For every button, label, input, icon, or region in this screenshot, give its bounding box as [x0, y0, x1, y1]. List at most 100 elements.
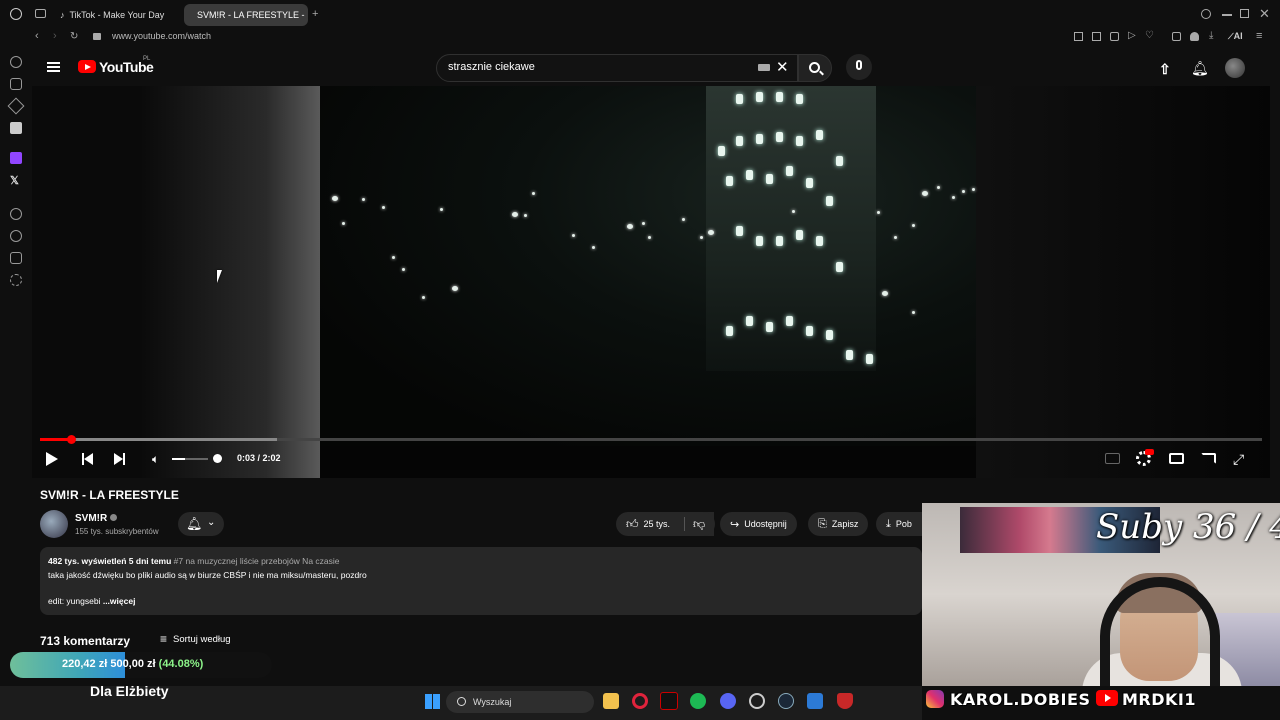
tower-window: [846, 350, 853, 360]
voice-search-button[interactable]: [846, 54, 872, 80]
opera-menu-icon[interactable]: [10, 8, 22, 20]
profile-icon[interactable]: [1190, 32, 1199, 41]
shield-icon[interactable]: [1110, 32, 1119, 41]
city-light: [572, 234, 575, 237]
workspaces-icon[interactable]: [35, 9, 46, 18]
easy-setup-icon[interactable]: ≡: [1256, 30, 1262, 42]
notifications-icon[interactable]: 🔔︎: [1191, 60, 1209, 77]
clock-icon[interactable]: [10, 230, 22, 242]
city-light: [362, 198, 365, 201]
share-label: Udostępnij: [744, 519, 787, 529]
previous-button[interactable]: [82, 453, 94, 465]
minimize-icon[interactable]: [1222, 14, 1232, 16]
tab-label: TikTok - Make Your Day: [69, 10, 165, 20]
save-label: Zapisz: [831, 519, 859, 529]
share-button[interactable]: ↪ Udostępnij: [720, 512, 797, 536]
settings-icon[interactable]: [10, 274, 22, 286]
forward-icon[interactable]: ›: [53, 30, 57, 42]
keyboard-icon[interactable]: [758, 64, 770, 71]
city-light: [440, 208, 443, 211]
next-button[interactable]: [114, 453, 126, 465]
microphone-icon: [856, 60, 862, 70]
city-light: [882, 291, 888, 296]
volume-icon[interactable]: 🔈︎: [152, 452, 159, 467]
volume-slider[interactable]: [172, 458, 208, 460]
city-light: [972, 188, 975, 191]
thumbs-down-icon: 👎︎: [693, 516, 706, 531]
verified-icon: [110, 514, 118, 521]
city-light: [952, 196, 955, 199]
download-label: Pob: [895, 519, 912, 529]
tower-window: [866, 354, 873, 364]
channel-avatar[interactable]: [40, 510, 68, 538]
ai-sidebar-icon[interactable]: [10, 78, 22, 90]
show-more-link[interactable]: ...więcej: [103, 596, 136, 606]
tab-tiktok[interactable]: ♪ TikTok - Make Your Day: [52, 4, 180, 26]
extensions-sidebar-icon[interactable]: [10, 252, 22, 264]
sub-goal-counter: Suby 36 / 40: [1096, 507, 1280, 547]
player-icon[interactable]: [10, 208, 22, 220]
heart-icon[interactable]: ♡: [1145, 30, 1154, 41]
new-tab-icon[interactable]: +: [312, 8, 318, 20]
sort-comments-button[interactable]: ≡ Sortuj według: [160, 632, 231, 646]
tower-window: [826, 196, 833, 206]
subscribed-bell-button[interactable]: 🔔︎ ⌄: [178, 512, 224, 536]
twitch-icon[interactable]: [10, 152, 22, 164]
taskbar-search[interactable]: [446, 691, 594, 713]
back-icon[interactable]: ‹: [35, 30, 39, 42]
windows-start-icon[interactable]: [425, 694, 440, 709]
pin-icon[interactable]: [1074, 32, 1083, 41]
steam-icon[interactable]: [778, 693, 794, 709]
tower-window: [756, 236, 763, 246]
donation-goal-text: 220,42 zł 500,00 zł (44.08%): [62, 658, 203, 670]
file-explorer-icon[interactable]: [603, 693, 619, 709]
hd-badge: [1145, 449, 1154, 455]
snapshot-icon[interactable]: [1092, 32, 1101, 41]
reload-icon[interactable]: ↻: [70, 31, 78, 42]
ai-button[interactable]: ⟋AI: [1228, 31, 1243, 42]
maximize-icon[interactable]: [1240, 9, 1249, 18]
tower-window: [756, 92, 763, 102]
play-button[interactable]: [46, 452, 58, 466]
lock-icon: [93, 33, 101, 40]
antivirus-icon[interactable]: [837, 693, 853, 709]
tower-window: [826, 330, 833, 340]
tab-youtube[interactable]: SVM!R - LA FREESTYLE -: [184, 4, 308, 26]
editor-icon[interactable]: [807, 693, 823, 709]
fullscreen-icon[interactable]: ⤢: [1233, 451, 1244, 468]
tower-window: [816, 130, 823, 140]
url-field[interactable]: www.youtube.com/watch: [112, 31, 211, 41]
theater-mode-icon[interactable]: [1169, 453, 1184, 464]
tab-search-icon[interactable]: [1201, 9, 1211, 19]
search-button[interactable]: [798, 54, 832, 82]
thumbs-up-icon: 👍︎: [626, 516, 639, 531]
messenger-icon[interactable]: [10, 122, 22, 134]
channel-name[interactable]: SVM!R: [75, 513, 118, 524]
youtube-logo-icon[interactable]: [78, 60, 96, 73]
tower-window: [796, 230, 803, 240]
app-active-icon[interactable]: [660, 692, 678, 710]
opera-gx-icon[interactable]: [632, 693, 648, 709]
x-icon[interactable]: 𝕏: [10, 174, 19, 187]
chart-info-link[interactable]: #7 na muzycznej liście przebojów Na czas…: [174, 556, 340, 566]
instagram-icon: [926, 690, 944, 708]
discord-icon[interactable]: [720, 693, 736, 709]
extensions-icon[interactable]: [1172, 32, 1181, 41]
history-icon[interactable]: [10, 56, 22, 68]
crypto-wallet-icon[interactable]: [7, 97, 25, 115]
account-avatar[interactable]: [1225, 58, 1245, 78]
close-window-icon[interactable]: ✕: [1259, 6, 1270, 22]
subtitles-icon[interactable]: [1105, 453, 1120, 464]
save-button[interactable]: ⎘ Zapisz: [808, 512, 869, 536]
progress-scrubber[interactable]: [67, 435, 76, 444]
play-icon[interactable]: ▷: [1128, 30, 1136, 41]
obs-icon[interactable]: [749, 693, 765, 709]
spotify-icon[interactable]: [690, 693, 706, 709]
clear-search-icon[interactable]: ✕: [776, 58, 789, 76]
upload-icon[interactable]: ⇧: [1159, 61, 1171, 78]
download-icon[interactable]: ⤓: [1209, 30, 1213, 41]
menu-icon[interactable]: [47, 62, 60, 64]
cast-icon[interactable]: [1201, 453, 1216, 464]
volume-knob[interactable]: [213, 454, 222, 463]
dislike-button[interactable]: 👎︎: [685, 512, 715, 536]
